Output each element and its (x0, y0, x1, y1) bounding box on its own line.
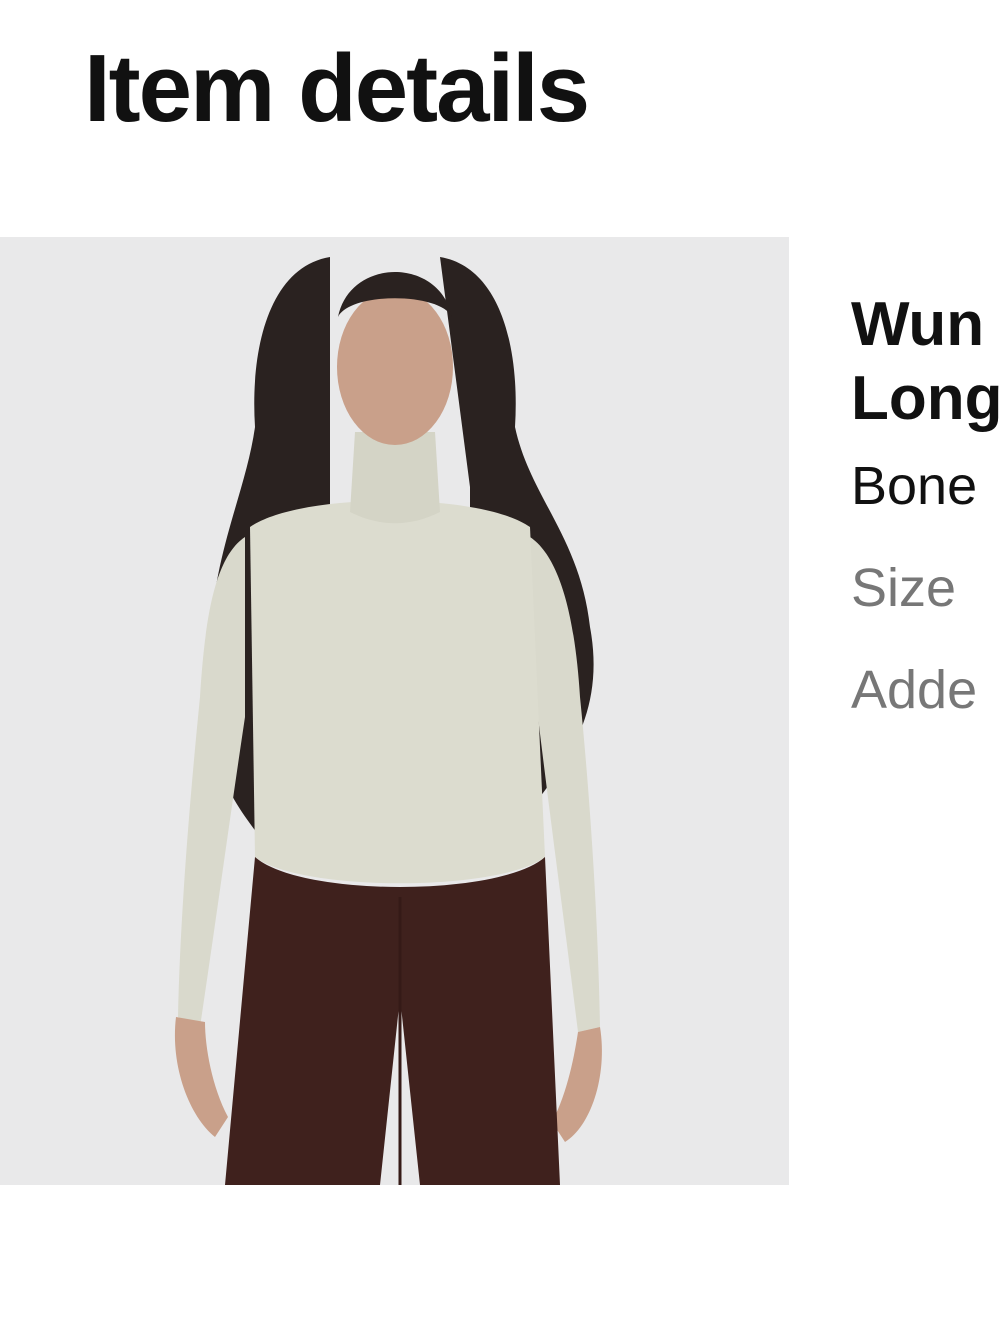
item-name[interactable]: Wun Long (851, 288, 1000, 436)
item-details-panel: Wun Long Bone Size 3 Adde (851, 288, 1000, 722)
page-title: Item details (84, 35, 590, 142)
item-size: Size 3 (851, 556, 1000, 620)
item-added-date: Adde (851, 660, 978, 720)
product-image[interactable] (0, 237, 789, 1185)
product-photo-illustration (0, 237, 789, 1185)
item-color: Bone (851, 456, 978, 516)
item-name-line-1: Wun (851, 290, 985, 359)
item-name-line-2: Long (851, 364, 1000, 433)
item-size-label: Size (851, 558, 957, 618)
